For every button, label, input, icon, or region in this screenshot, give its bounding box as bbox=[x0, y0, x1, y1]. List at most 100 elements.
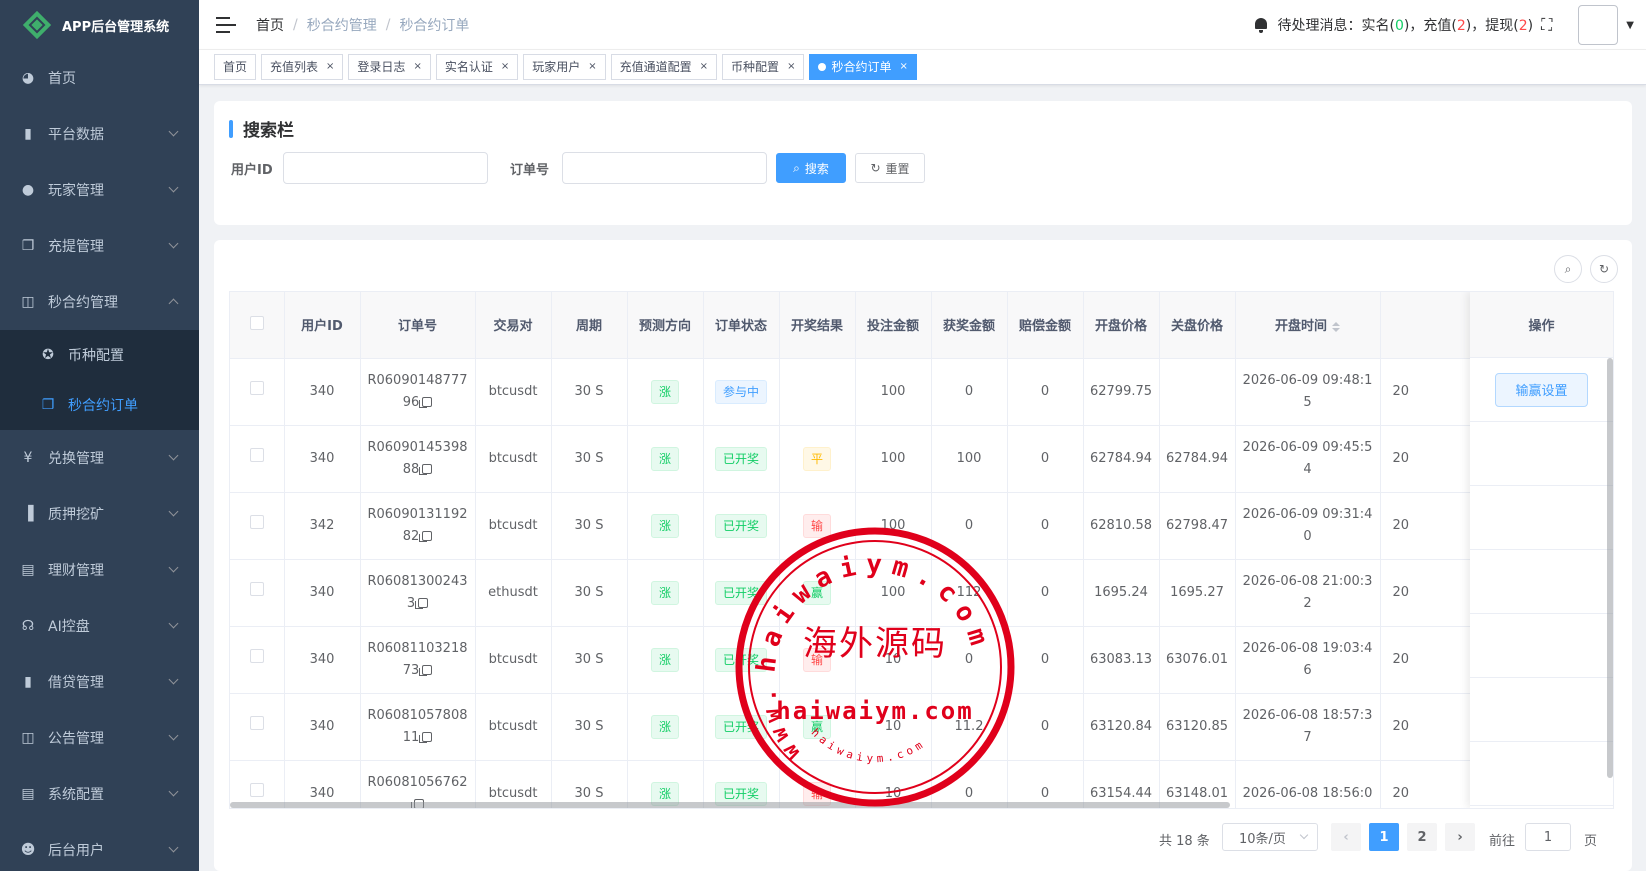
toggle-search-button[interactable]: ⌕ bbox=[1554, 255, 1582, 283]
user-id-cell-value: 340 bbox=[309, 584, 335, 600]
column-header-12[interactable]: 开盘时间 bbox=[1235, 292, 1381, 359]
pending-notice[interactable]: 待处理消息：实名(0)，充值(2)，提现(2) bbox=[1278, 15, 1534, 35]
close-price-cell bbox=[1159, 358, 1236, 426]
fullscreen-icon[interactable]: ⛶ bbox=[1541, 15, 1552, 35]
bell-icon[interactable] bbox=[1254, 17, 1268, 33]
avatar[interactable] bbox=[1578, 5, 1619, 45]
tab-1[interactable]: 充值列表 × bbox=[261, 54, 344, 80]
column-header-2: 交易对 bbox=[475, 292, 552, 359]
sidebar-item-document-2[interactable]: ▤ 理财管理 bbox=[0, 542, 199, 598]
row-checkbox[interactable] bbox=[249, 447, 264, 462]
close-icon[interactable]: × bbox=[899, 55, 907, 79]
caret-down-icon[interactable]: ▼ bbox=[1626, 20, 1634, 31]
user-id-cell: 340 bbox=[284, 693, 361, 761]
open-price-cell: 1695.24 bbox=[1083, 559, 1160, 627]
breadcrumb-home[interactable]: 首页 bbox=[256, 15, 284, 35]
row-checkbox[interactable] bbox=[249, 715, 264, 730]
tab-2[interactable]: 登录日志 × bbox=[348, 54, 431, 80]
refresh-button[interactable]: ↻ bbox=[1590, 255, 1618, 283]
horizontal-scrollbar[interactable] bbox=[230, 802, 1230, 808]
copy-icon[interactable] bbox=[419, 463, 433, 475]
close-icon[interactable]: × bbox=[700, 55, 708, 79]
direction-cell: 涨 bbox=[627, 626, 704, 694]
app-title: APP后台管理系统 bbox=[62, 19, 170, 35]
sidebar-item-order-1[interactable]: ❐ 秒合约订单 bbox=[0, 380, 199, 430]
user-id-cell-value: 340 bbox=[309, 383, 335, 399]
sidebar-item-yen-0[interactable]: ¥ 兑换管理 bbox=[0, 430, 199, 486]
sidebar-item-copy-3[interactable]: ❐ 充提管理 bbox=[0, 218, 199, 274]
sidebar-item-open-book-5[interactable]: ◫ 公告管理 bbox=[0, 710, 199, 766]
tab-3[interactable]: 实名认证 × bbox=[435, 54, 519, 80]
sidebar-item-dashboard-0[interactable]: ◕ 首页 bbox=[0, 50, 199, 106]
sidebar-item-chart-4[interactable]: ◫ 秒合约管理 bbox=[0, 274, 199, 330]
sidebar-item-user-2[interactable]: ● 玩家管理 bbox=[0, 162, 199, 218]
user-id-cell: 342 bbox=[284, 492, 361, 560]
tab-7[interactable]: 秒合约订单 × bbox=[809, 54, 917, 80]
user-id-input[interactable] bbox=[283, 152, 488, 184]
sidebar-item-coin-0[interactable]: ✪ 币种配置 bbox=[0, 330, 199, 380]
copy-icon[interactable] bbox=[415, 597, 429, 609]
page-1-button[interactable]: 1 bbox=[1369, 823, 1399, 851]
win-amount-cell-value: 0 bbox=[964, 383, 974, 399]
chevron-down-icon bbox=[168, 786, 179, 797]
next-page-button[interactable]: › bbox=[1445, 823, 1475, 851]
row-checkbox[interactable] bbox=[249, 782, 264, 797]
row-select-cell bbox=[230, 358, 285, 426]
status-badge: 参与中 bbox=[714, 379, 767, 404]
order-no-line2: 3 bbox=[406, 595, 416, 611]
page-size-select[interactable]: 10条/页 bbox=[1222, 823, 1318, 851]
operation-row: 输赢设置 bbox=[1470, 358, 1613, 422]
sort-icon[interactable] bbox=[1332, 321, 1340, 332]
bet-amount-cell-value: 100 bbox=[880, 584, 906, 600]
pair-cell: btcusdt bbox=[475, 626, 552, 694]
copy-icon[interactable] bbox=[419, 731, 433, 743]
win-lose-setting-button[interactable]: 输赢设置 bbox=[1495, 372, 1588, 407]
page-2-button[interactable]: 2 bbox=[1407, 823, 1437, 851]
realname-count[interactable]: 0 bbox=[1395, 18, 1404, 34]
row-checkbox[interactable] bbox=[249, 648, 264, 663]
close-icon[interactable]: × bbox=[588, 55, 596, 79]
bet-amount-cell: 10 bbox=[855, 693, 932, 761]
operation-row bbox=[1470, 550, 1613, 614]
win-amount-cell-value: 0 bbox=[964, 785, 974, 801]
sidebar-item-robot-3[interactable]: ☊ AI控盘 bbox=[0, 598, 199, 654]
tab-5[interactable]: 充值通道配置 × bbox=[610, 54, 718, 80]
tab-4[interactable]: 玩家用户 × bbox=[523, 54, 606, 80]
hamburger-icon[interactable] bbox=[216, 16, 236, 33]
direction-tag: 涨 bbox=[650, 513, 679, 538]
row-checkbox[interactable] bbox=[249, 514, 264, 529]
bet-amount-cell-value: 10 bbox=[884, 718, 902, 734]
copy-icon[interactable] bbox=[419, 530, 433, 542]
recharge-count[interactable]: 2 bbox=[1457, 18, 1466, 34]
sidebar-item-bar-chart-1[interactable]: ▐ 质押挖矿 bbox=[0, 486, 199, 542]
operation-row bbox=[1470, 678, 1613, 742]
close-icon[interactable]: × bbox=[413, 55, 421, 79]
win-amount-cell: 112 bbox=[931, 559, 1008, 627]
tab-0[interactable]: 首页 bbox=[214, 54, 257, 80]
sidebar-item-book-4[interactable]: ▮ 借贷管理 bbox=[0, 654, 199, 710]
operation-header: 操作 bbox=[1470, 292, 1613, 358]
order-no-input[interactable] bbox=[562, 152, 767, 184]
copy-icon[interactable] bbox=[419, 664, 433, 676]
search-button[interactable]: ⌕ 搜索 bbox=[776, 153, 846, 183]
reset-button[interactable]: ↻ 重置 bbox=[855, 153, 925, 183]
row-checkbox[interactable] bbox=[249, 581, 264, 596]
tab-6[interactable]: 币种配置 × bbox=[722, 54, 805, 80]
app-logo[interactable]: APP后台管理系统 bbox=[0, 0, 199, 50]
withdraw-count[interactable]: 2 bbox=[1519, 18, 1528, 34]
goto-page-input[interactable] bbox=[1525, 823, 1571, 851]
bet-amount-cell-value: 10 bbox=[884, 651, 902, 667]
copy-icon[interactable] bbox=[419, 396, 433, 408]
select-all-checkbox[interactable] bbox=[249, 315, 264, 330]
prev-page-button[interactable]: ‹ bbox=[1331, 823, 1361, 851]
vertical-scrollbar[interactable] bbox=[1607, 358, 1613, 778]
row-select-cell bbox=[230, 626, 285, 694]
direction-tag: 涨 bbox=[650, 446, 679, 471]
close-icon[interactable]: × bbox=[501, 55, 509, 79]
sidebar-item-document-6[interactable]: ▤ 系统配置 bbox=[0, 766, 199, 822]
sidebar-item-book-1[interactable]: ▮ 平台数据 bbox=[0, 106, 199, 162]
close-icon[interactable]: × bbox=[326, 55, 334, 79]
sidebar-item-admin-user-7[interactable]: ☻ 后台用户 bbox=[0, 822, 199, 871]
row-checkbox[interactable] bbox=[249, 380, 264, 395]
close-icon[interactable]: × bbox=[787, 55, 795, 79]
